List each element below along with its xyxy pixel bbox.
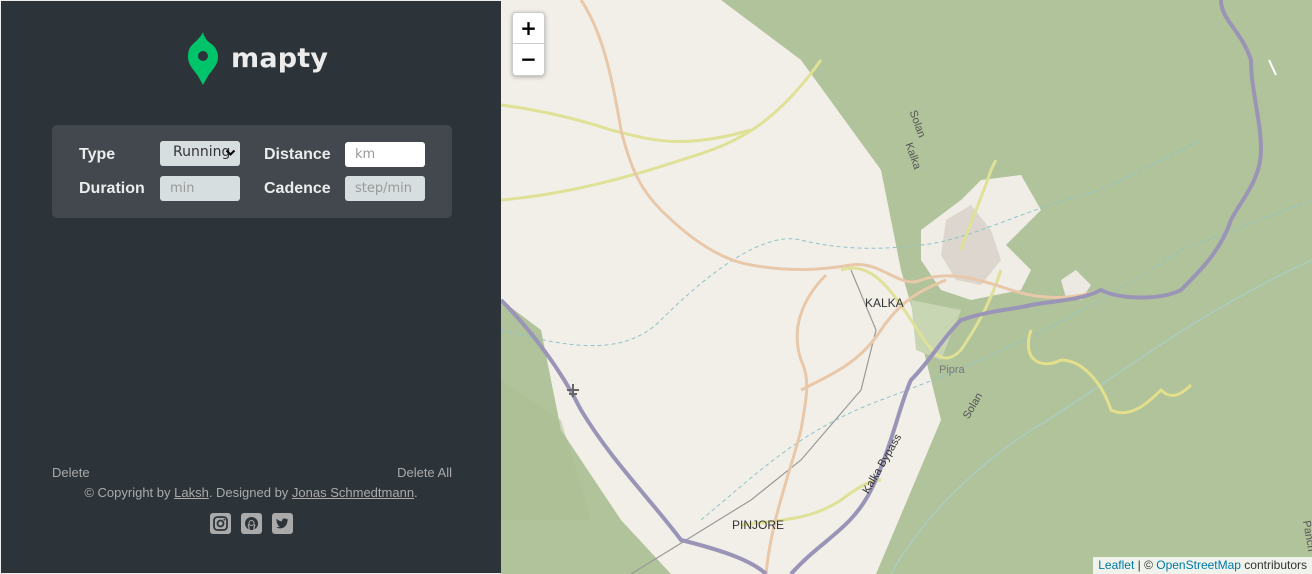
github-icon[interactable] <box>241 513 262 534</box>
duration-input[interactable] <box>160 176 240 201</box>
map-label-pinjore: PINJORE <box>732 518 785 532</box>
copyright: © Copyright by Laksh. Designed by Jonas … <box>1 485 501 500</box>
map-pin-icon <box>188 32 218 85</box>
twitter-icon[interactable] <box>272 513 293 534</box>
app: mapty Type Running Distance Duration Cad… <box>0 0 1312 574</box>
distance-label: Distance <box>264 146 331 163</box>
logo: mapty <box>188 32 328 85</box>
distance-input[interactable] <box>345 142 425 167</box>
copyright-suffix: . <box>414 485 418 500</box>
type-label: Type <box>79 146 116 163</box>
copyright-middle: . Designed by <box>208 485 292 500</box>
type-select[interactable]: Running <box>160 141 240 166</box>
attribution-suffix: contributors <box>1240 558 1307 572</box>
attribution-separator: | © <box>1134 558 1157 572</box>
author-link[interactable]: Laksh <box>174 485 209 500</box>
osm-link[interactable]: OpenStreetMap <box>1156 558 1241 572</box>
map-tiles <box>501 0 1312 574</box>
designer-link[interactable]: Jonas Schmedtmann <box>292 485 414 500</box>
delete-button[interactable]: Delete <box>52 465 90 480</box>
delete-all-button[interactable]: Delete All <box>397 465 452 480</box>
duration-label: Duration <box>79 180 145 197</box>
social-links <box>210 513 293 534</box>
map-label-kalka: KALKA <box>865 296 904 310</box>
cadence-label: Cadence <box>264 180 331 197</box>
app-name: mapty <box>231 43 329 74</box>
cadence-input[interactable] <box>345 176 425 201</box>
workout-form: Type Running Distance Duration Cadence <box>52 125 452 218</box>
zoom-control: + − <box>512 12 545 76</box>
map-attribution: Leaflet | © OpenStreetMap contributors <box>1093 557 1312 574</box>
zoom-out-button[interactable]: − <box>513 44 544 75</box>
zoom-in-button[interactable]: + <box>513 13 544 44</box>
chevron-down-icon <box>225 149 236 156</box>
copyright-prefix: © Copyright by <box>84 485 175 500</box>
map-label-pipra: Pipra <box>939 364 965 376</box>
map[interactable]: KALKA PINJORE Pipra Solan Kalka Solan Ka… <box>501 0 1312 574</box>
type-select-value: Running <box>173 144 231 160</box>
instagram-icon[interactable] <box>210 513 231 534</box>
sidebar: mapty Type Running Distance Duration Cad… <box>0 0 501 574</box>
leaflet-link[interactable]: Leaflet <box>1098 558 1134 572</box>
